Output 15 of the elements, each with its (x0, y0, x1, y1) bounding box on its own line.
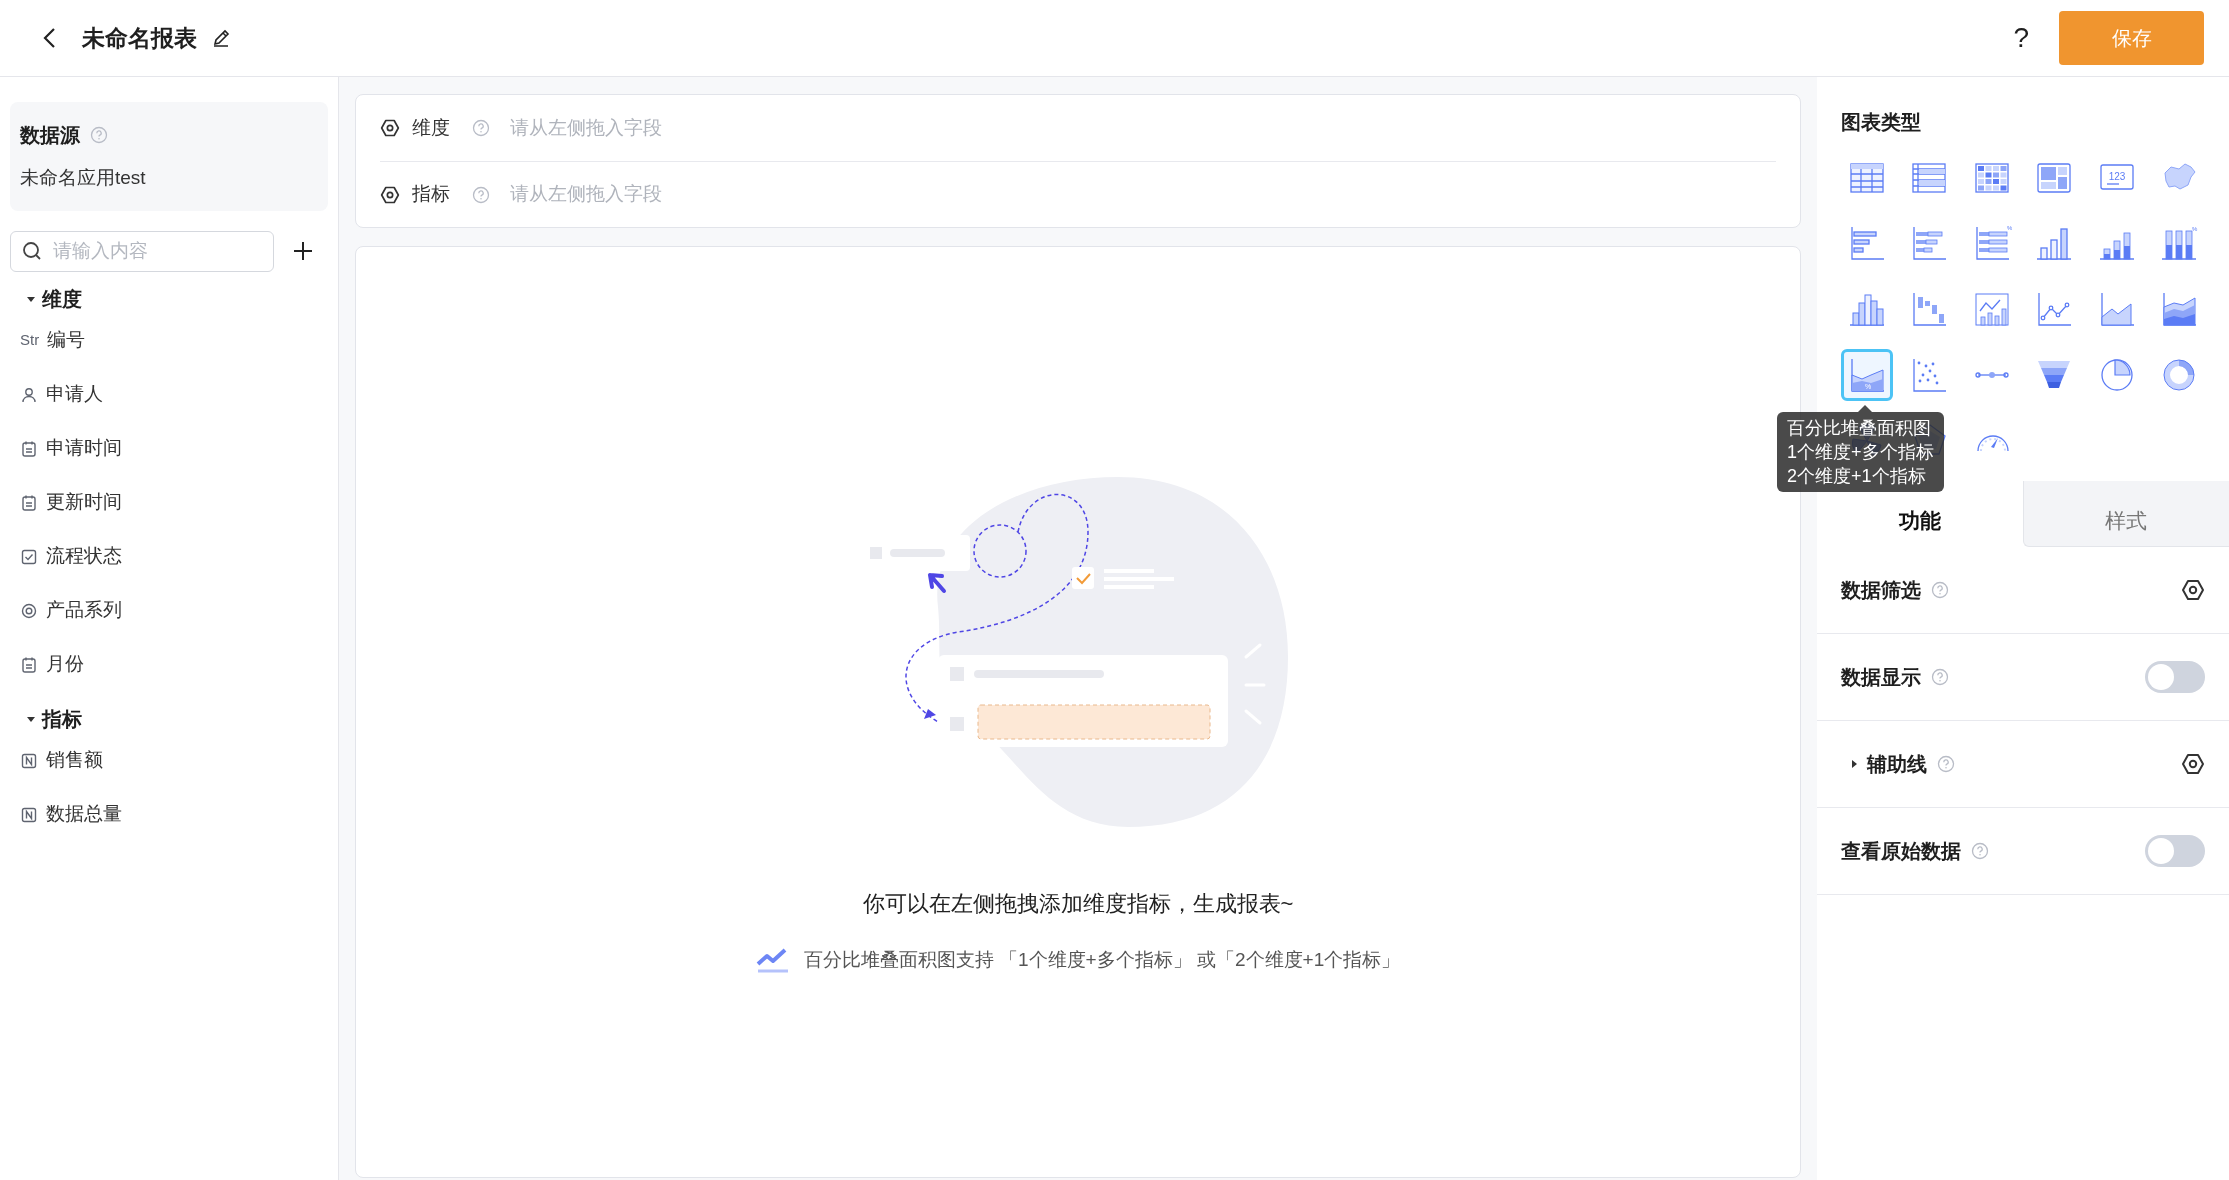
setting-label: 数据筛选 (1841, 578, 1921, 603)
report-title: 未命名报表 (82, 23, 197, 53)
field-label: 指标 (412, 182, 450, 207)
hint-text: 百分比堆叠面积图支持 「1个维度+多个指标」 或「2个维度+1个指标」 (803, 948, 1401, 972)
tooltip-line: 百分比堆叠面积图 (1787, 417, 1932, 440)
setting-label: 辅助线 (1867, 752, 1927, 777)
field-label: 维度 (412, 115, 450, 140)
datasource-name: 未命名应用test (20, 166, 147, 190)
type-label: Str (20, 330, 40, 351)
empty-message: 你可以在左侧拖拽添加维度指标，生成报表~ (862, 890, 1294, 918)
tooltip-line: 1个维度+多个指标 (1787, 441, 1934, 464)
setting-label: 数据显示 (1841, 665, 1921, 690)
panel-title: 图表类型 (1841, 111, 1921, 133)
datasource-title: 数据源 (20, 123, 80, 148)
setting-label: 查看原始数据 (1841, 839, 1961, 864)
